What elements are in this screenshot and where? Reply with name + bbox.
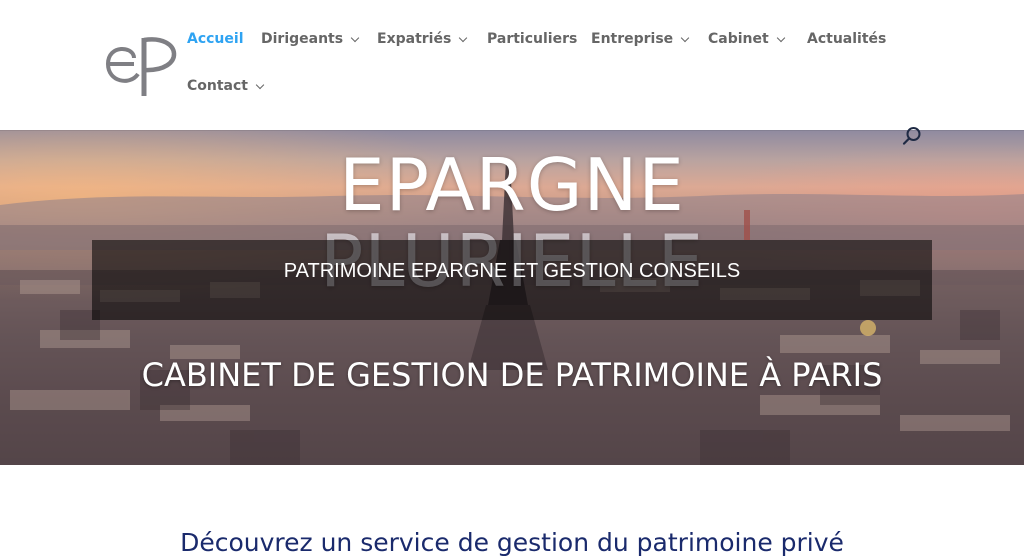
brand-logo[interactable] xyxy=(104,30,182,98)
chevron-down-icon xyxy=(459,33,468,42)
hero-title-line1: EPARGNE xyxy=(339,143,685,227)
nav-item-label: Entreprise xyxy=(591,31,674,47)
hero-section: EPARGNE PLURIELLE PATRIMOINE EPARGNE ET … xyxy=(0,130,1024,465)
site-header: Accueil Dirigeants Expatriés Particulier… xyxy=(0,0,1024,130)
chevron-down-icon xyxy=(776,33,785,42)
nav-item-accueil[interactable]: Accueil xyxy=(187,31,244,47)
nav-item-entreprise[interactable]: Entreprise xyxy=(591,31,690,47)
nav-item-actualites[interactable]: Actualités xyxy=(807,31,886,47)
chevron-down-icon xyxy=(350,33,360,42)
nav-item-cabinet[interactable]: Cabinet xyxy=(708,31,785,47)
nav-item-particuliers[interactable]: Particuliers xyxy=(487,31,577,47)
nav-item-label: Accueil xyxy=(187,31,244,47)
nav-item-label: Expatriés xyxy=(377,31,452,47)
nav-item-label: Contact xyxy=(187,78,248,94)
nav-item-contact[interactable]: Contact xyxy=(187,78,265,94)
nav-item-expatries[interactable]: Expatriés xyxy=(377,31,468,47)
chevron-down-icon xyxy=(680,33,690,42)
nav-item-label: Cabinet xyxy=(708,31,769,47)
nav-item-dirigeants[interactable]: Dirigeants xyxy=(261,31,360,47)
hero-subtitle: CABINET DE GESTION DE PATRIMOINE À PARIS xyxy=(141,356,883,394)
chevron-down-icon xyxy=(255,80,265,89)
intro-heading: Découvrez un service de gestion du patri… xyxy=(180,528,844,557)
search-icon[interactable] xyxy=(902,126,922,146)
hero-banner-text: PATRIMOINE EPARGNE ET GESTION CONSEILS xyxy=(283,260,741,282)
nav-item-label: Dirigeants xyxy=(261,31,344,47)
nav-item-label: Actualités xyxy=(807,31,887,47)
logo-mark xyxy=(105,37,177,96)
main-navigation: Accueil Dirigeants Expatriés Particulier… xyxy=(187,0,927,130)
nav-item-label: Particuliers xyxy=(487,31,578,47)
